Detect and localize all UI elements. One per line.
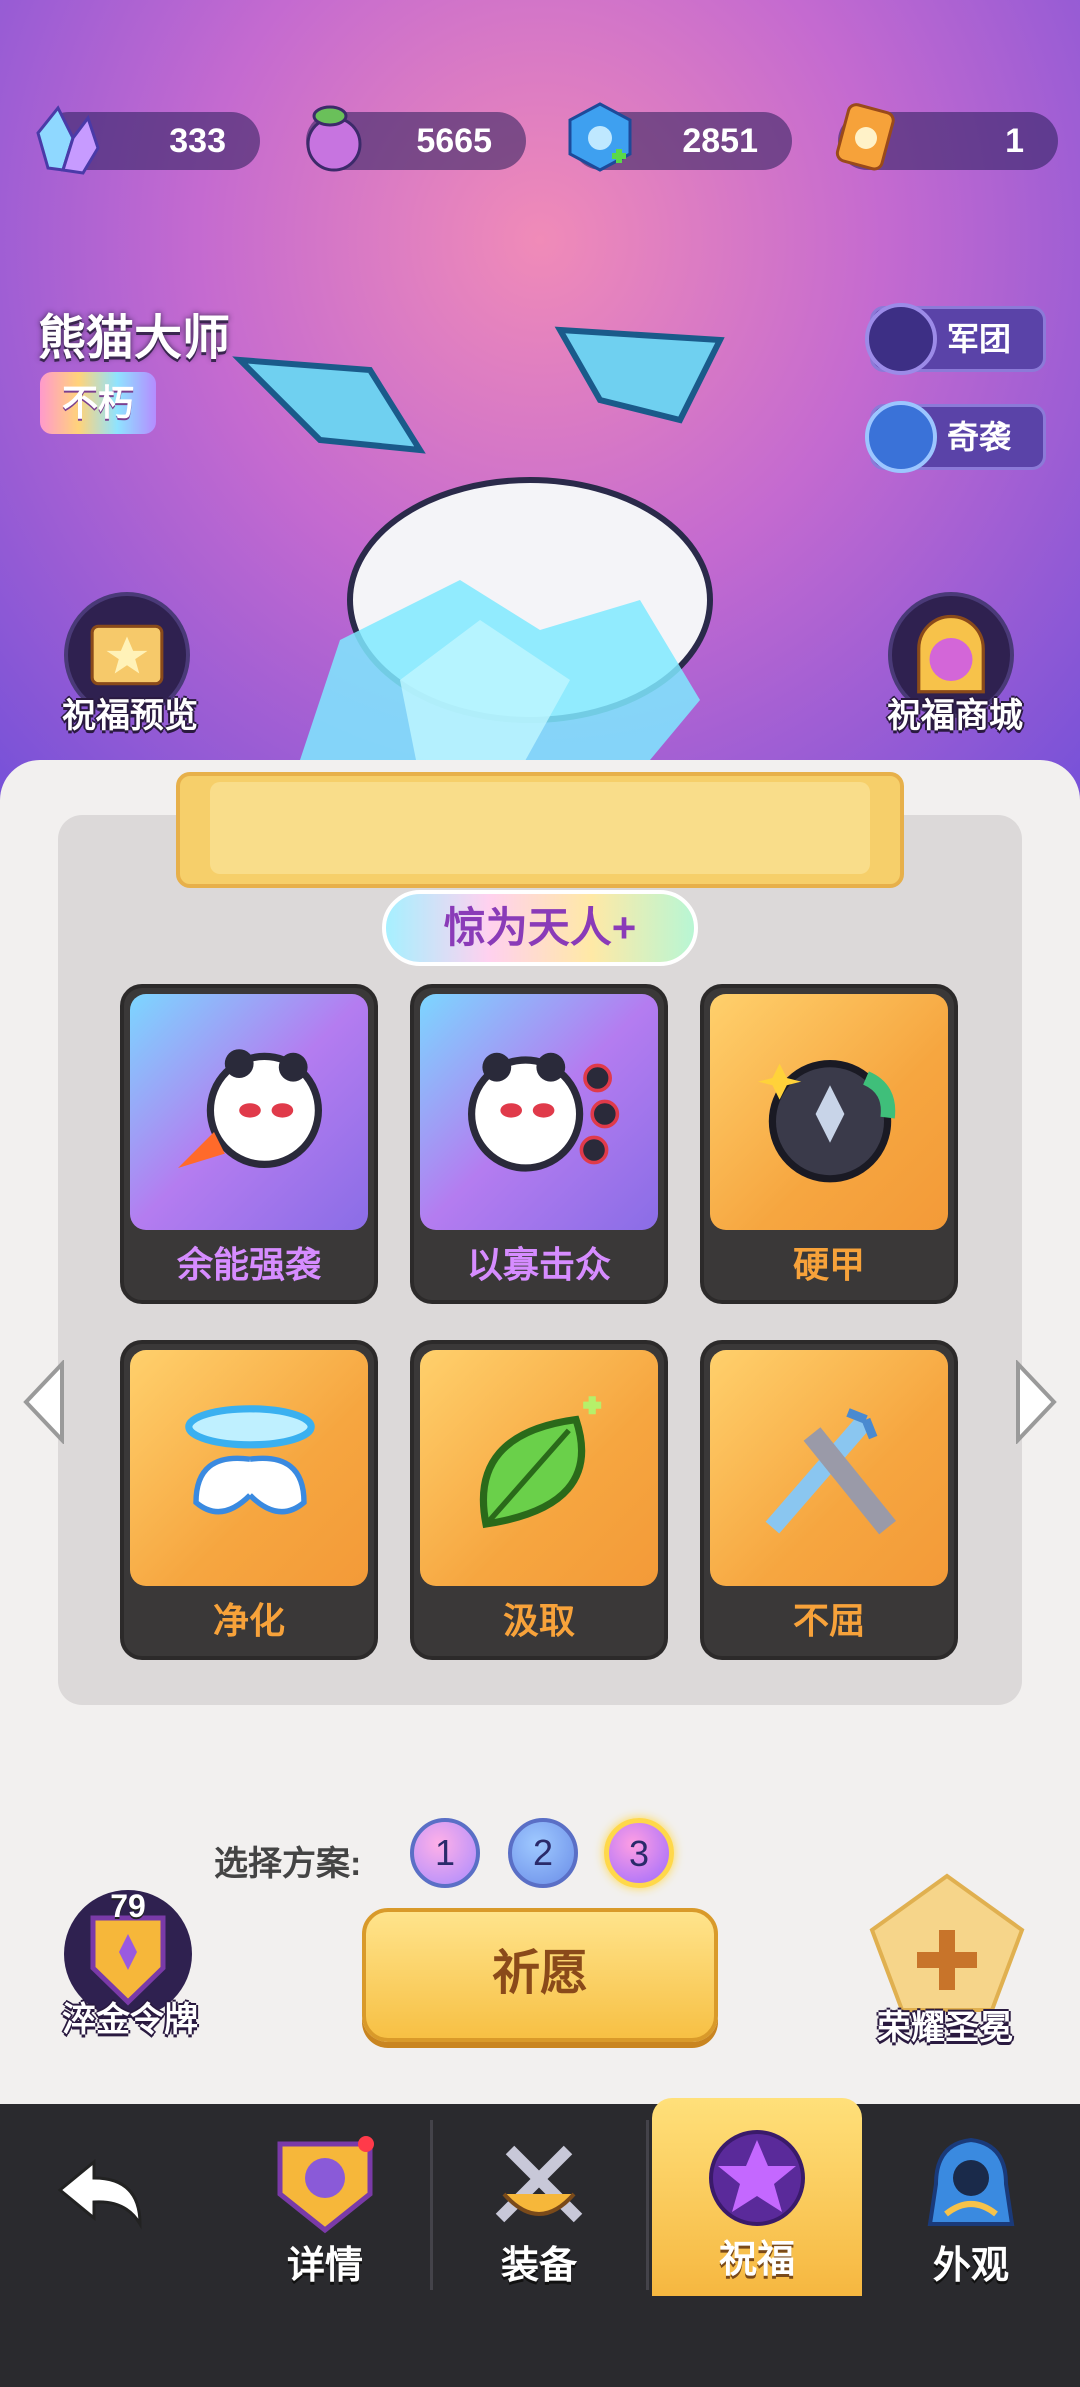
blessing-shop-label: 祝福商城 xyxy=(887,697,1023,735)
blessing-preview-label: 祝福预览 xyxy=(62,697,198,735)
castle-icon xyxy=(865,303,937,375)
plan-option-1[interactable]: 1 xyxy=(410,1818,480,1888)
blessing-card[interactable]: 余能强袭 xyxy=(120,984,378,1304)
raid-label: 奇袭 xyxy=(947,419,1012,455)
blessing-name: 净化 xyxy=(212,1600,285,1641)
swirl-icon xyxy=(865,401,937,473)
previous-arrow-icon[interactable] xyxy=(18,1360,72,1444)
nav-label: 详情 xyxy=(286,2245,363,2287)
currency-blue-gem[interactable]: 2851 xyxy=(568,102,792,172)
nav-appearance[interactable]: 外观 xyxy=(866,2104,1076,2304)
currency-crystal[interactable]: 333 xyxy=(36,105,260,175)
next-arrow-icon[interactable] xyxy=(1008,1360,1062,1444)
legion-label: 军团 xyxy=(947,321,1012,357)
crystal-icon xyxy=(36,105,100,175)
nav-divider xyxy=(430,2120,433,2290)
leaf-icon xyxy=(420,1350,658,1586)
nav-divider xyxy=(646,2120,649,2290)
crown-plus-icon xyxy=(869,1873,1025,2012)
blessing-card[interactable]: 以寡击众 xyxy=(410,984,668,1304)
currency-value: 5665 xyxy=(416,122,492,160)
blessing-card[interactable]: 硬甲 xyxy=(700,984,958,1304)
currency-value: 1 xyxy=(1005,122,1024,160)
crossed-swords-icon xyxy=(495,2145,583,2223)
nav-label: 装备 xyxy=(500,2245,577,2287)
nav-blessing[interactable]: 祝福 xyxy=(652,2098,862,2296)
blessing-card[interactable]: 汲取 xyxy=(410,1340,668,1660)
halo-wings-icon xyxy=(130,1350,368,1586)
helmet-shield-icon xyxy=(277,2136,374,2234)
rarity-badge: 不朽 xyxy=(40,372,156,434)
blessing-name: 以寡击众 xyxy=(466,1244,611,1285)
nav-label: 外观 xyxy=(932,2245,1009,2287)
hero-name: 熊猫大师 xyxy=(38,312,231,365)
blessing-name: 不屈 xyxy=(792,1600,865,1641)
currency-ticket[interactable]: 1 xyxy=(835,103,1058,171)
plan-option-3[interactable]: 3 xyxy=(604,1818,674,1888)
star-orb-icon xyxy=(709,2130,805,2226)
currency-potion[interactable]: 5665 xyxy=(306,105,526,172)
panda-dash-icon xyxy=(130,994,368,1230)
plan-label: 选择方案: xyxy=(214,1845,362,1883)
portal-icon xyxy=(917,614,985,694)
glory-label: 荣耀圣冕 xyxy=(877,2009,1013,2047)
potion-icon xyxy=(306,105,362,172)
title-ribbon-inner xyxy=(210,782,870,874)
blue-gem-icon xyxy=(568,102,632,172)
blessing-name: 余能强袭 xyxy=(176,1244,321,1285)
glory-button[interactable] xyxy=(862,1870,1032,2020)
blessing-card[interactable]: 不屈 xyxy=(700,1340,958,1660)
blessing-tier-title: 惊为天人+ xyxy=(382,890,698,966)
legion-button[interactable]: 军团 xyxy=(865,303,1046,375)
nav-equipment[interactable]: 装备 xyxy=(434,2104,644,2304)
panda-multi-icon xyxy=(420,994,658,1230)
nav-details[interactable]: 详情 xyxy=(220,2104,430,2304)
blessing-name: 汲取 xyxy=(502,1600,575,1641)
back-arrow-icon[interactable] xyxy=(54,2156,148,2230)
armor-orb-icon xyxy=(710,994,948,1230)
hooded-figure-icon xyxy=(927,2137,1015,2226)
currency-value: 2851 xyxy=(682,122,758,160)
swords-icon xyxy=(710,1350,948,1586)
medal-label: 淬金令牌 xyxy=(62,2001,198,2039)
plan-option-2[interactable]: 2 xyxy=(508,1818,578,1888)
blessing-card[interactable]: 净化 xyxy=(120,1340,378,1660)
medal-level: 79 xyxy=(110,1888,146,1924)
blessing-name: 硬甲 xyxy=(792,1244,865,1285)
wish-button[interactable]: 祈愿 xyxy=(362,1908,718,2042)
nav-label: 祝福 xyxy=(718,2239,795,2281)
book-icon xyxy=(90,624,164,686)
ticket-icon xyxy=(835,103,895,171)
raid-button[interactable]: 奇袭 xyxy=(865,401,1046,473)
currency-value: 333 xyxy=(169,122,226,160)
